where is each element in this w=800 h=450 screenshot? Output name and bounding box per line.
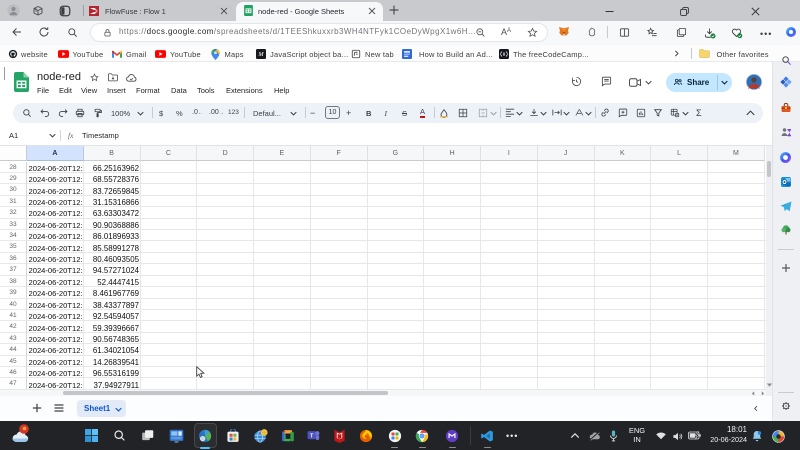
svg-text:M: M — [257, 51, 264, 58]
